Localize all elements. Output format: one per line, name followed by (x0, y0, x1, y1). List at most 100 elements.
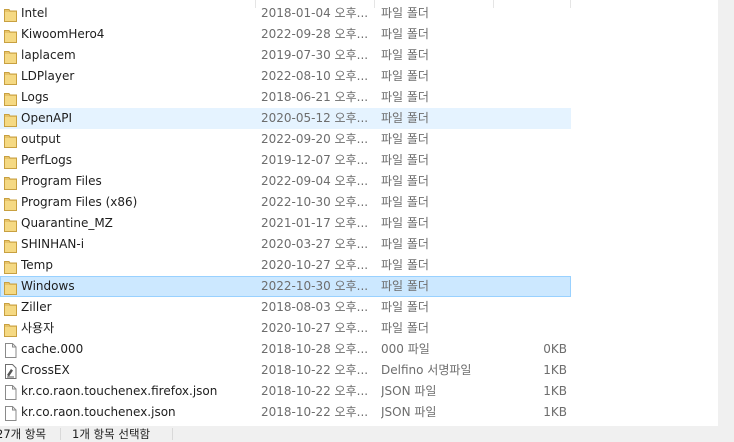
file-icon (4, 343, 17, 358)
file-date: 2018-08-03 오후... (261, 300, 369, 314)
file-name: Windows (21, 279, 75, 293)
list-item[interactable]: CrossEX 2018-10-22 오후... Delfino 서명파일 1KB (0, 360, 571, 381)
file-date: 2021-01-17 오후... (261, 216, 369, 230)
file-type: 파일 폴더 (381, 27, 429, 41)
file-size (501, 193, 567, 212)
list-item[interactable]: Program Files 2022-09-04 오후... 파일 폴더 (0, 171, 571, 192)
list-item[interactable]: KiwoomHero4 2022-09-28 오후... 파일 폴더 (0, 24, 571, 45)
file-name: kr.co.raon.touchenex.firefox.json (21, 384, 218, 398)
list-item[interactable]: Windows 2022-10-30 오후... 파일 폴더 (0, 276, 571, 297)
file-name: output (21, 132, 61, 146)
file-type: 파일 폴더 (381, 300, 429, 314)
file-type: JSON 파일 (381, 405, 437, 419)
status-bar: 27개 항목 1개 항목 선택함 (0, 426, 734, 442)
folder-icon (4, 280, 17, 295)
file-name: Program Files (21, 174, 102, 188)
folder-icon (4, 196, 17, 211)
file-size: 1KB (543, 363, 567, 377)
file-name: Logs (21, 90, 49, 104)
file-size: 1KB (543, 405, 567, 419)
file-type: 파일 폴더 (381, 258, 429, 272)
folder-icon (4, 238, 17, 253)
file-name: Intel (21, 6, 48, 20)
list-item[interactable]: Temp 2020-10-27 오후... 파일 폴더 (0, 255, 571, 276)
file-type: 파일 폴더 (381, 90, 429, 104)
folder-icon (4, 301, 17, 316)
file-type: 파일 폴더 (381, 132, 429, 146)
file-name: Ziller (21, 300, 52, 314)
file-list: Intel 2018-01-04 오후... 파일 폴더 KiwoomHero4 202… (0, 0, 718, 426)
file-date: 2022-08-10 오후... (261, 69, 369, 83)
list-item[interactable]: 사용자 2020-10-27 오후... 파일 폴더 (0, 318, 571, 339)
list-item[interactable]: Ziller 2018-08-03 오후... 파일 폴더 (0, 297, 571, 318)
file-date: 2022-09-28 오후... (261, 27, 369, 41)
file-size (501, 256, 567, 275)
file-size (501, 214, 567, 233)
list-item[interactable]: OpenAPI 2020-05-12 오후... 파일 폴더 (0, 108, 571, 129)
file-date: 2018-01-04 오후... (261, 6, 369, 20)
file-date: 2022-09-20 오후... (261, 132, 369, 146)
list-item[interactable]: Quarantine_MZ 2021-01-17 오후... 파일 폴더 (0, 213, 571, 234)
file-date: 2018-10-22 오후... (261, 384, 369, 398)
file-type: JSON 파일 (381, 384, 437, 398)
folder-icon (4, 49, 17, 64)
file-date: 2019-07-30 오후... (261, 48, 369, 62)
folder-icon (4, 175, 17, 190)
folder-icon (4, 91, 17, 106)
signed-file-icon (4, 364, 17, 379)
file-icon (4, 385, 17, 400)
file-size (501, 46, 567, 65)
list-item[interactable]: Intel 2018-01-04 오후... 파일 폴더 (0, 3, 571, 24)
file-type: 파일 폴더 (381, 216, 429, 230)
list-item[interactable]: Program Files (x86) 2022-10-30 오후... 파일 폴더 (0, 192, 571, 213)
list-item[interactable]: PerfLogs 2019-12-07 오후... 파일 폴더 (0, 150, 571, 171)
file-date: 2022-09-04 오후... (261, 174, 369, 188)
folder-icon (4, 112, 17, 127)
file-type: 파일 폴더 (381, 48, 429, 62)
file-size (501, 277, 567, 296)
file-date: 2018-06-21 오후... (261, 90, 369, 104)
folder-icon (4, 133, 17, 148)
file-type: Delfino 서명파일 (381, 363, 472, 377)
list-item[interactable]: output 2022-09-20 오후... 파일 폴더 (0, 129, 571, 150)
file-size (501, 109, 567, 128)
selected-count-text: 1개 항목 선택함 (72, 427, 151, 441)
file-type: 파일 폴더 (381, 111, 429, 125)
folder-icon (4, 154, 17, 169)
status-divider (172, 428, 173, 440)
list-item[interactable]: Logs 2018-06-21 오후... 파일 폴더 (0, 87, 571, 108)
file-name: 사용자 (21, 321, 55, 335)
file-date: 2018-10-22 오후... (261, 405, 369, 419)
file-type: 파일 폴더 (381, 279, 429, 293)
list-item[interactable]: kr.co.raon.touchenex.json 2018-10-22 오후..… (0, 402, 571, 423)
item-count-text: 27개 항목 (0, 427, 47, 441)
file-type: 파일 폴더 (381, 237, 429, 251)
folder-icon (4, 70, 17, 85)
file-name: laplacem (21, 48, 76, 62)
list-item[interactable]: cache.000 2018-10-28 오후... 000 파일 0KB (0, 339, 571, 360)
file-size (501, 151, 567, 170)
file-type: 000 파일 (381, 342, 430, 356)
list-item[interactable]: LDPlayer 2022-08-10 오후... 파일 폴더 (0, 66, 571, 87)
file-size (501, 235, 567, 254)
file-size (501, 67, 567, 86)
file-date: 2022-10-30 오후... (261, 195, 369, 209)
file-name: LDPlayer (21, 69, 75, 83)
list-item[interactable]: laplacem 2019-07-30 오후... 파일 폴더 (0, 45, 571, 66)
file-date: 2020-05-12 오후... (261, 111, 369, 125)
list-item[interactable]: SHINHAN-i 2020-03-27 오후... 파일 폴더 (0, 234, 571, 255)
file-date: 2018-10-28 오후... (261, 342, 369, 356)
list-item[interactable]: kr.co.raon.touchenex.firefox.json 2018-10… (0, 381, 571, 402)
file-name: KiwoomHero4 (21, 27, 105, 41)
file-date: 2020-10-27 오후... (261, 321, 369, 335)
file-icon (4, 406, 17, 421)
file-size: 0KB (543, 342, 567, 356)
file-size (501, 319, 567, 338)
file-name: kr.co.raon.touchenex.json (21, 405, 176, 419)
file-type: 파일 폴더 (381, 321, 429, 335)
file-date: 2022-10-30 오후... (261, 279, 369, 293)
file-date: 2020-03-27 오후... (261, 237, 369, 251)
folder-icon (4, 217, 17, 232)
file-name: SHINHAN-i (21, 237, 85, 251)
file-size: 1KB (543, 384, 567, 398)
